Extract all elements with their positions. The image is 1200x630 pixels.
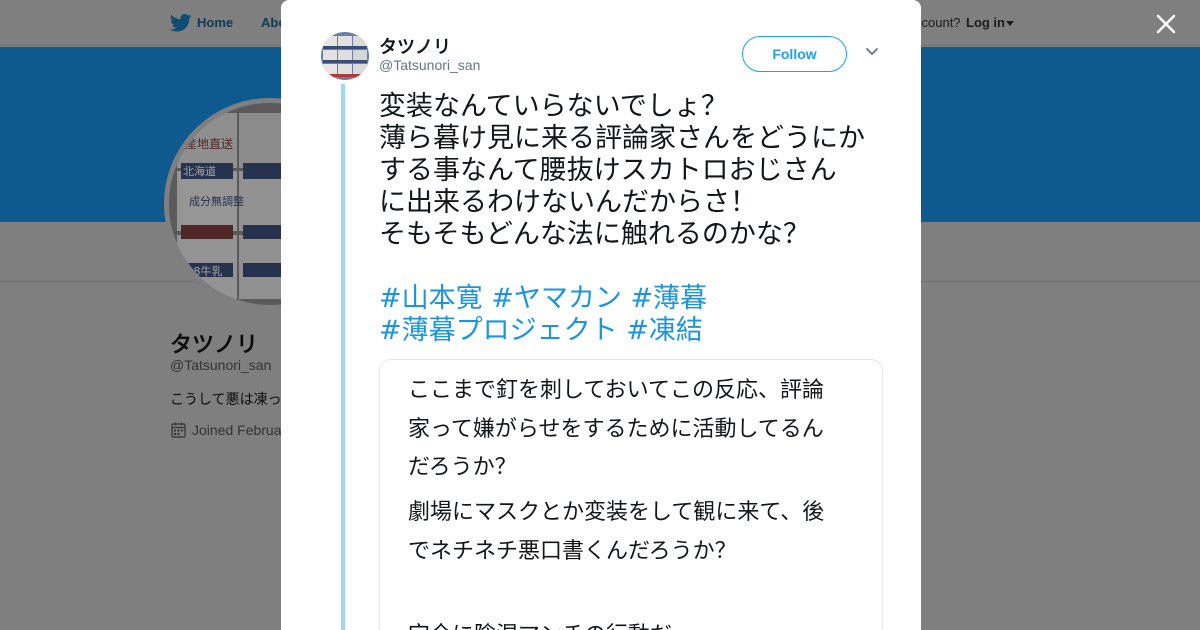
- tweet-text-spacer: [379, 251, 899, 283]
- quote-line: でネチネチ悪口書くんだろうか？: [408, 538, 737, 564]
- nav-home-link[interactable]: Home: [197, 15, 233, 30]
- quote-line: ここまで釘を刺しておいてこの反応、評論: [408, 378, 825, 403]
- quote-paragraph: ここまで釘を刺しておいてこの反応、評論 家って嫌がらせをするために活動してるん …: [408, 372, 858, 488]
- tweet-text-line: 変装なんていらないでしょ？: [379, 91, 728, 122]
- hashtag-link[interactable]: #山本寛: [379, 283, 483, 314]
- quote-line: だろうか？: [408, 455, 517, 480]
- quote-paragraph: 完全に陰湿マンチの行動だ。: [408, 617, 858, 630]
- tweet-text-line: に出来るわけないんだからさ！: [379, 187, 757, 218]
- calendar-icon: [171, 422, 186, 438]
- profile-joined-date: Joined Februa: [192, 422, 282, 438]
- tweet-author-avatar[interactable]: [321, 32, 369, 80]
- hashtag-link[interactable]: #凍結: [626, 315, 703, 346]
- close-icon[interactable]: [1156, 14, 1176, 34]
- quote-line: 完全に陰湿マンチの行動だ。: [408, 617, 858, 630]
- tweet-text: 変装なんていらないでしょ？ 薄ら暮け見に来る評論家さんをどうにか する事なんて腰…: [379, 91, 899, 347]
- login-link[interactable]: Log in: [966, 15, 1005, 30]
- profile-handle: @Tatsunori_san: [170, 357, 272, 373]
- hashtag-link[interactable]: #ヤマカン: [491, 283, 622, 314]
- chevron-down-icon[interactable]: [865, 47, 879, 57]
- milk-cartons-thumbnail: [321, 32, 369, 80]
- profile-name: タツノリ: [170, 333, 259, 358]
- tweet-author-name[interactable]: タツノリ: [379, 33, 451, 59]
- twitter-bird-icon[interactable]: [170, 14, 192, 32]
- profile-bio: こうして悪は凍っ: [170, 392, 282, 408]
- tweet-modal: タツノリ @Tatsunori_san Follow 変装なんていらないでしょ？…: [281, 0, 921, 630]
- follow-button[interactable]: Follow: [742, 36, 847, 72]
- hashtag-line: #薄暮プロジェクト #凍結: [379, 315, 899, 347]
- hashtag-line: #山本寛 #ヤマカン #薄暮: [379, 283, 899, 315]
- login-caret-icon[interactable]: [1006, 21, 1014, 26]
- hashtag-link[interactable]: #薄暮: [630, 283, 707, 314]
- quote-line: 家って嫌がらせをするために活動してるん: [408, 416, 824, 442]
- thread-connector-line: [341, 84, 345, 630]
- have-account-text: ccount?: [915, 15, 961, 30]
- quote-paragraph: 劇場にマスクとか変装をして観に来て、後 でネチネチ悪口書くんだろうか？: [408, 494, 858, 571]
- quote-line: 劇場にマスクとか変装をして観に来て、後: [408, 500, 825, 525]
- tweet-author-handle[interactable]: @Tatsunori_san: [379, 57, 480, 73]
- hashtag-link[interactable]: #薄暮プロジェクト: [379, 315, 618, 346]
- tweet-text-line: そもそもどんな法に触れるのかな？: [379, 219, 810, 250]
- tweet-text-line: する事なんて腰抜けスカトロおじさん: [379, 155, 837, 186]
- quoted-text-card[interactable]: ここまで釘を刺しておいてこの反応、評論 家って嫌がらせをするために活動してるん …: [379, 359, 883, 630]
- tweet-text-line: 薄ら暮け見に来る評論家さんをどうにか: [379, 123, 865, 154]
